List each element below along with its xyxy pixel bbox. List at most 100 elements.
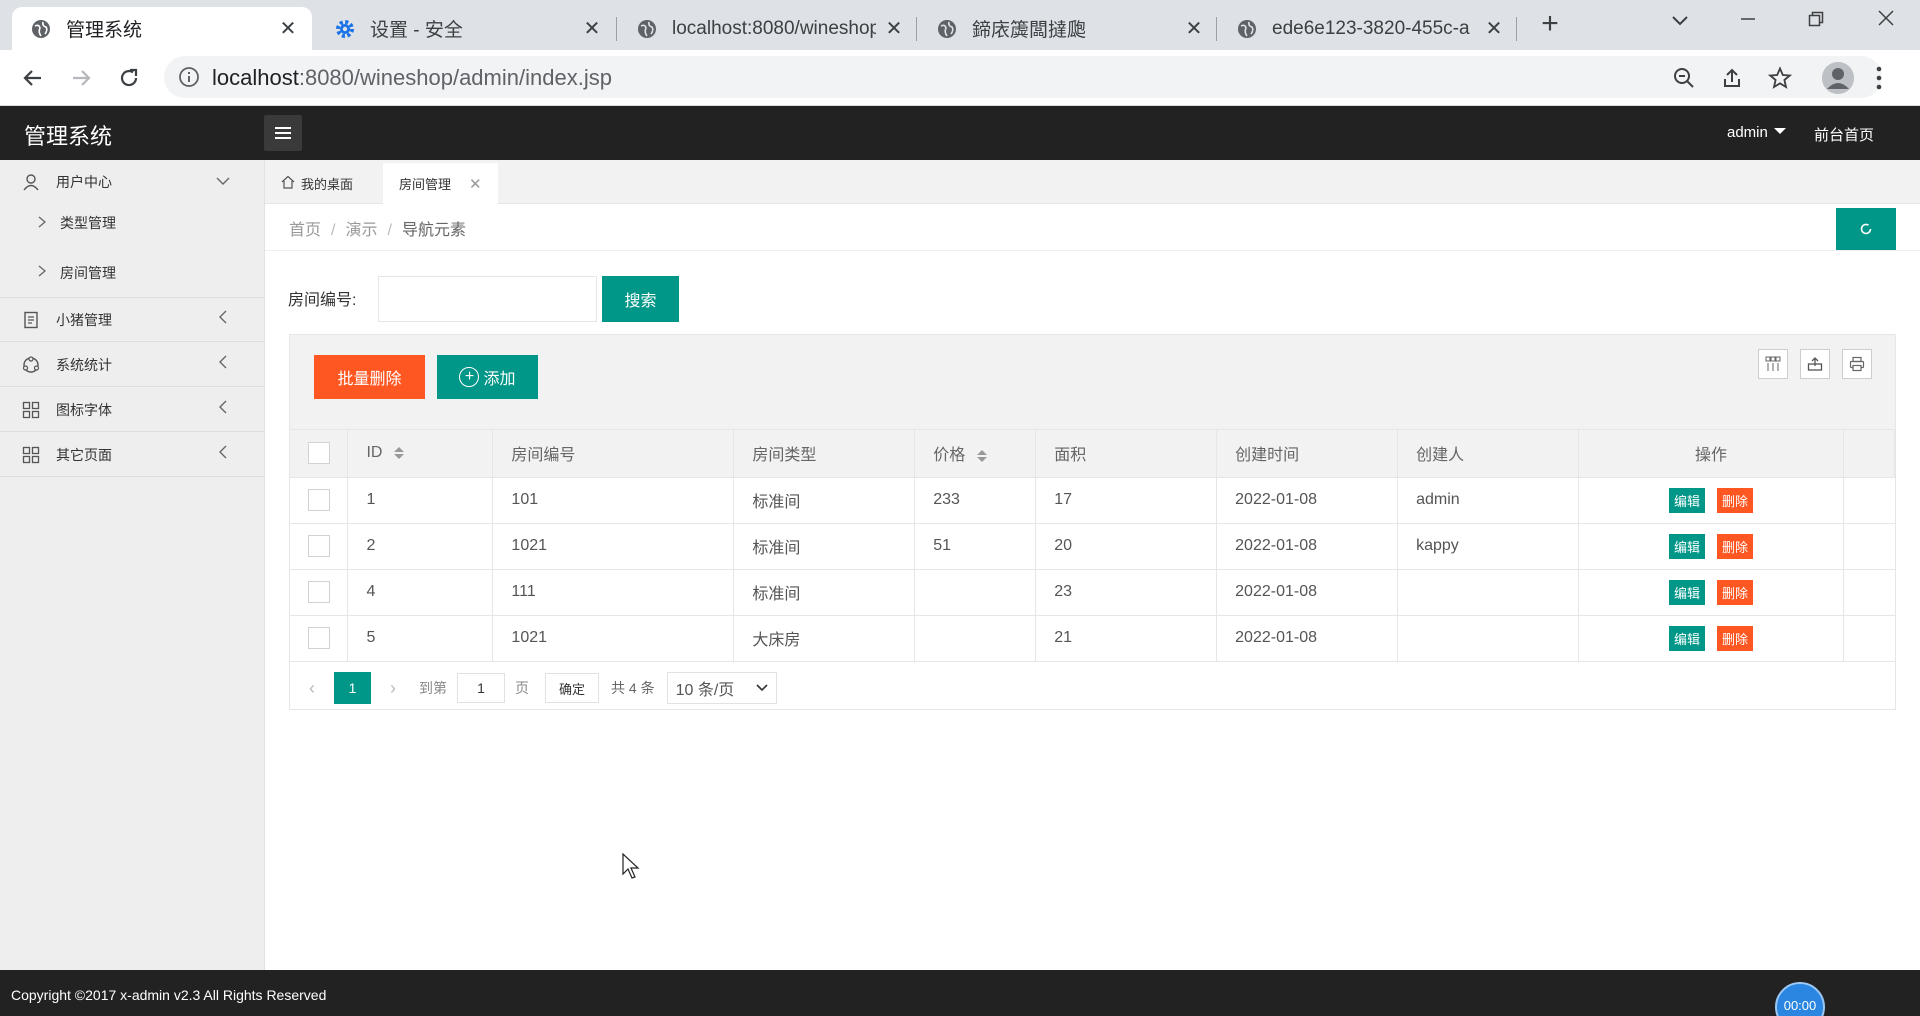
close-icon[interactable]: ✕ (278, 16, 298, 41)
browser-tab-4[interactable]: 鍗庡簴闆撻瓟 ✕ (918, 7, 1218, 50)
sort-icon[interactable] (394, 447, 405, 460)
page-size-select[interactable]: 10 条/页 (666, 672, 777, 704)
row-checkbox[interactable] (307, 489, 330, 511)
delete-button[interactable]: 删除 (1716, 625, 1753, 651)
more-menu-icon[interactable] (1876, 64, 1882, 92)
batch-delete-button[interactable]: 批量删除 (314, 355, 425, 399)
delete-button[interactable]: 删除 (1716, 487, 1753, 513)
cell-price: 51 (914, 523, 1037, 570)
cell-created: 2022-01-08 (1216, 523, 1399, 570)
address-bar[interactable]: localhost:8080/wineshop/admin/index.jsp (164, 56, 1882, 98)
chevron-right-icon (38, 216, 47, 231)
window-close-icon[interactable] (1856, 6, 1916, 36)
room-table: ID 房间编号 房间类型 价格 面积 创建时间 创建人 操作 1 101 标准间… (290, 430, 1896, 662)
close-icon[interactable]: ✕ (1484, 16, 1504, 41)
reload-icon[interactable] (114, 63, 144, 93)
room-number-input[interactable] (378, 276, 597, 322)
breadcrumb-home[interactable]: 首页 (289, 222, 321, 239)
goto-page-input[interactable] (457, 673, 505, 703)
sidebar-item-statistics[interactable]: 系统统计 (0, 343, 265, 387)
chevron-right-icon (38, 265, 47, 280)
chevron-left-icon (215, 310, 231, 329)
restore-icon[interactable] (1786, 6, 1846, 36)
sort-icon[interactable] (977, 450, 988, 463)
column-header-price[interactable]: 价格 (914, 430, 1037, 478)
tab-search-icon[interactable] (1650, 6, 1710, 36)
bookmark-star-icon[interactable] (1767, 66, 1793, 90)
cell-type: 标准间 (733, 569, 916, 616)
search-button[interactable]: 搜索 (602, 276, 679, 322)
export-icon[interactable] (1800, 349, 1830, 379)
goto-confirm-button[interactable]: 确定 (545, 673, 599, 703)
minimize-icon[interactable] (1718, 6, 1778, 36)
delete-button[interactable]: 删除 (1716, 579, 1753, 605)
table-row: 2 1021 标准间 51 20 2022-01-08 kappy 编辑 删除 (290, 523, 1895, 570)
cell-area: 21 (1035, 615, 1218, 662)
new-tab-button[interactable]: + (1536, 9, 1564, 39)
chevron-left-icon (215, 445, 231, 464)
add-button[interactable]: + 添加 (437, 355, 538, 399)
browser-tab-3[interactable]: localhost:8080/wineshop ✕ (618, 7, 918, 50)
row-checkbox[interactable] (307, 581, 330, 603)
share-icon[interactable] (1720, 66, 1744, 90)
cell-id: 2 (347, 523, 494, 570)
print-icon[interactable] (1842, 349, 1872, 379)
close-icon[interactable]: ✕ (1184, 16, 1204, 41)
edit-button[interactable]: 编辑 (1668, 533, 1705, 559)
table-header-row: ID 房间编号 房间类型 价格 面积 创建时间 创建人 操作 (290, 430, 1896, 478)
prev-page-icon[interactable]: ‹ (300, 678, 324, 699)
edit-button[interactable]: 编辑 (1668, 625, 1705, 651)
browser-tab-5[interactable]: ede6e123-3820-455c-a ✕ (1218, 7, 1518, 50)
cell-creator: admin (1397, 477, 1580, 524)
refresh-button[interactable] (1836, 208, 1896, 250)
user-menu[interactable]: admin (1727, 124, 1786, 141)
browser-tab-2[interactable]: 设置 - 安全 ✕ (316, 7, 616, 50)
refresh-icon (1860, 223, 1872, 235)
grid-icon (22, 401, 40, 419)
zoom-out-icon[interactable] (1672, 66, 1696, 90)
row-checkbox[interactable] (307, 627, 330, 649)
sidebar-item-other-pages[interactable]: 其它页面 (0, 433, 265, 477)
menu-toggle-button[interactable] (264, 115, 302, 151)
page-number-current[interactable]: 1 (334, 672, 371, 704)
edit-button[interactable]: 编辑 (1668, 579, 1705, 605)
close-icon[interactable]: ✕ (469, 175, 482, 193)
table-row: 4 111 标准间 23 2022-01-08 编辑 删除 (290, 569, 1895, 616)
sidebar-item-pig-management[interactable]: 小猪管理 (0, 298, 265, 342)
app-tab-bar: 我的桌面 房间管理 ✕ (265, 160, 1920, 204)
front-home-link[interactable]: 前台首页 (1814, 124, 1874, 145)
breadcrumb-demo[interactable]: 演示 (345, 222, 377, 239)
sidebar-item-icon-font[interactable]: 图标字体 (0, 388, 265, 432)
column-header-area: 面积 (1035, 430, 1218, 478)
app-header: 管理系统 admin 前台首页 (0, 106, 1920, 160)
sidebar-subitem-room-management[interactable]: 房间管理 (0, 248, 265, 298)
info-icon[interactable] (178, 66, 200, 88)
back-icon[interactable] (18, 63, 48, 93)
delete-button[interactable]: 删除 (1716, 533, 1753, 559)
next-page-icon[interactable]: › (381, 678, 405, 699)
sidebar-subitem-type-management[interactable]: 类型管理 (0, 198, 265, 248)
footer: Copyright ©2017 x-admin v2.3 All Rights … (0, 970, 1920, 1016)
tab-my-desktop[interactable]: 我的桌面 (265, 163, 369, 204)
chevron-down-icon (756, 684, 768, 692)
document-icon (22, 311, 40, 329)
column-header-id[interactable]: ID (347, 430, 494, 478)
tab-room-management[interactable]: 房间管理 ✕ (383, 163, 498, 204)
forward-icon[interactable] (66, 63, 96, 93)
column-filter-icon[interactable] (1758, 349, 1788, 379)
close-icon[interactable]: ✕ (582, 16, 602, 41)
browser-tab-1[interactable]: 管理系统 ✕ (12, 7, 312, 50)
select-all-checkbox[interactable] (307, 442, 330, 465)
globe-icon (1236, 18, 1258, 40)
cell-room-no: 1021 (492, 523, 735, 570)
close-icon[interactable]: ✕ (884, 16, 904, 41)
profile-avatar-icon[interactable] (1822, 62, 1854, 94)
cell-id: 5 (347, 615, 494, 662)
caret-down-icon (1773, 128, 1786, 134)
cell-type: 大床房 (733, 615, 916, 662)
cell-created: 2022-01-08 (1216, 569, 1399, 616)
edit-button[interactable]: 编辑 (1668, 487, 1705, 513)
row-checkbox[interactable] (307, 535, 330, 557)
chevron-left-icon (215, 355, 231, 374)
url-text: localhost:8080/wineshop/admin/index.jsp (212, 65, 612, 90)
